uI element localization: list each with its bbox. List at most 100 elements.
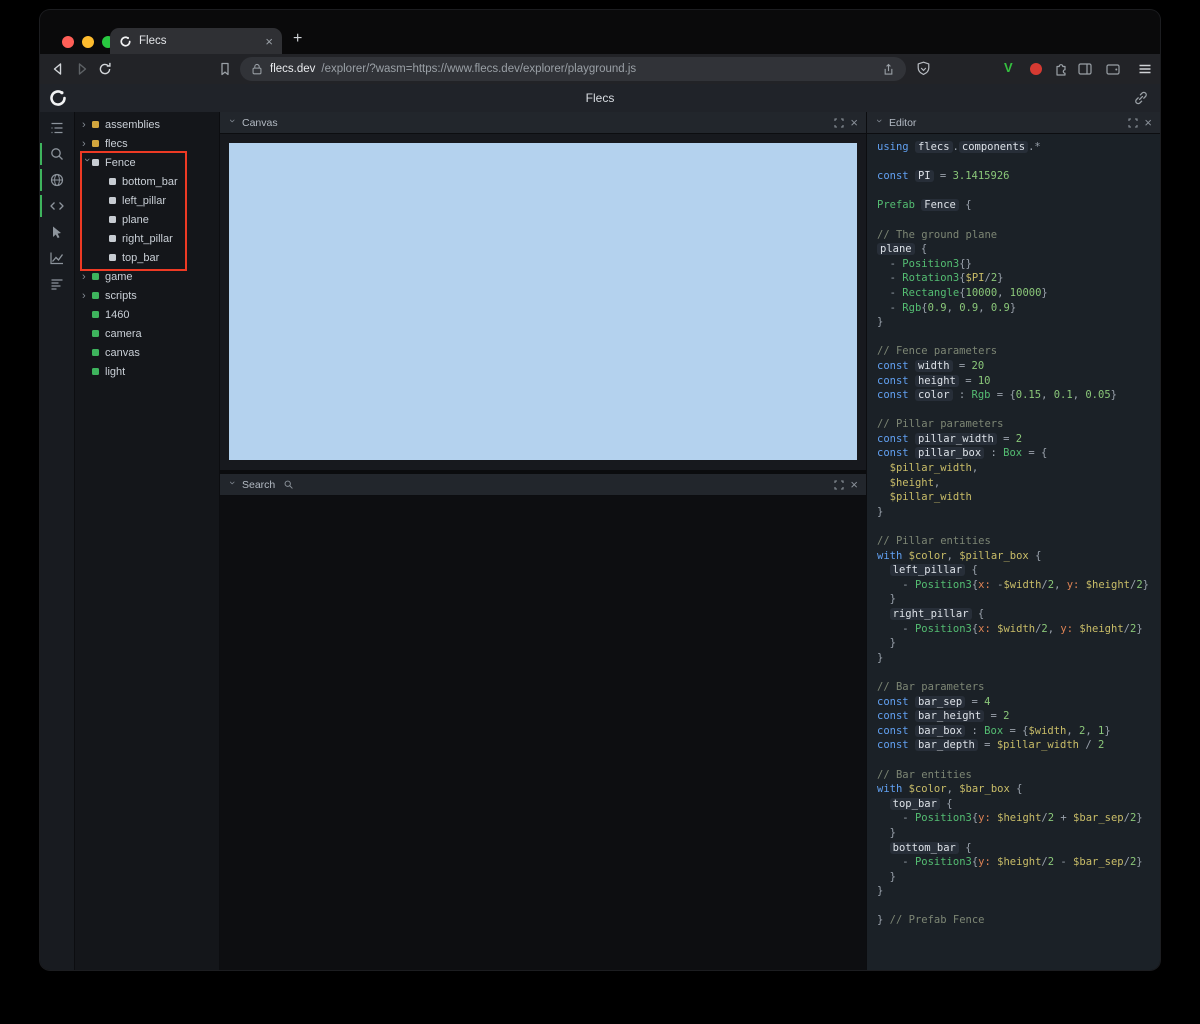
code-token: $height [1085, 578, 1130, 591]
tree-item-scripts[interactable]: › scripts [75, 286, 219, 305]
tree-item-label: game [105, 270, 133, 283]
code-token: const [877, 170, 909, 183]
code-token: , [1054, 578, 1067, 591]
menu-hamburger-icon[interactable] [1136, 60, 1154, 78]
tree-item-canvas[interactable]: canvas [75, 343, 219, 362]
back-button[interactable] [49, 60, 67, 78]
code-token: , [946, 549, 960, 562]
code-token: 3.1415926 [952, 170, 1010, 183]
flecs-logo-icon[interactable] [48, 88, 68, 108]
share-icon[interactable] [881, 62, 896, 77]
chevron-down-icon[interactable]: › [226, 119, 238, 127]
browser-tab[interactable]: Flecs × [110, 28, 282, 54]
code-token: } [877, 885, 884, 898]
address-bar[interactable]: flecs.dev/explorer/?wasm=https://www.fle… [240, 57, 906, 81]
code-line: } [877, 826, 1156, 841]
expand-panel-icon[interactable] [1128, 117, 1138, 128]
code-token: bar_sep [914, 695, 966, 708]
reload-button[interactable] [96, 60, 114, 78]
code-token: { [1028, 549, 1042, 562]
search-tool-icon[interactable] [48, 145, 66, 163]
tree-item-assemblies[interactable]: › assemblies [75, 115, 219, 134]
code-editor[interactable]: using flecs. components .* const PI = 3.14… [867, 134, 1160, 970]
tree-item-light[interactable]: light [75, 362, 219, 381]
code-line: // Fence parameters [877, 344, 1156, 359]
forward-button[interactable] [73, 60, 91, 78]
code-token: x: [978, 622, 991, 635]
minimize-window-button[interactable] [82, 36, 94, 48]
close-panel-icon[interactable]: × [850, 478, 858, 491]
tree-item-left_pillar[interactable]: left_pillar [75, 191, 219, 210]
queries-list-icon[interactable] [48, 275, 66, 293]
code-token: . [952, 141, 959, 153]
entity-tree-icon[interactable] [48, 119, 66, 137]
expander-icon[interactable]: › [81, 158, 93, 168]
code-token: } [1142, 578, 1149, 591]
tree-item-bottom_bar[interactable]: bottom_bar [75, 172, 219, 191]
close-panel-icon[interactable]: × [850, 116, 858, 129]
search-icon[interactable] [283, 479, 294, 490]
code-line: - Position3{y: $height/2 + $bar_sep/2} [877, 811, 1156, 826]
tree-item-top_bar[interactable]: top_bar [75, 248, 219, 267]
code-line: - Position3{} [877, 257, 1156, 272]
chevron-down-icon[interactable]: › [226, 481, 238, 489]
tree-item-plane[interactable]: plane [75, 210, 219, 229]
share-link-icon[interactable] [1132, 89, 1150, 107]
code-token: $width [997, 622, 1036, 635]
bookmark-icon[interactable] [216, 60, 234, 78]
tree-item-flecs[interactable]: › flecs [75, 134, 219, 153]
sidebar-panel-icon[interactable] [1076, 60, 1094, 78]
browser-toolbar: flecs.dev/explorer/?wasm=https://www.fle… [40, 54, 1160, 84]
expand-panel-icon[interactable] [834, 479, 844, 490]
extension-v-icon[interactable]: V [1004, 61, 1013, 74]
code-token: const [877, 739, 909, 752]
code-line: // Bar entities [877, 768, 1156, 783]
tree-item-1460[interactable]: 1460 [75, 305, 219, 324]
close-panel-icon[interactable]: × [1144, 116, 1152, 129]
tree-item-camera[interactable]: camera [75, 324, 219, 343]
expander-icon[interactable]: › [82, 138, 92, 150]
tab-close-icon[interactable]: × [265, 35, 273, 48]
code-token: { [914, 243, 928, 256]
expand-panel-icon[interactable] [834, 117, 844, 128]
tree-item-label: Fence [105, 156, 136, 169]
close-window-button[interactable] [62, 36, 74, 48]
code-token: , [971, 462, 979, 475]
search-panel-content[interactable] [220, 496, 866, 970]
tree-item-game[interactable]: › game [75, 267, 219, 286]
extensions-puzzle-icon[interactable] [1052, 60, 1070, 78]
code-token: = [996, 432, 1016, 445]
new-tab-button[interactable]: + [293, 31, 302, 47]
code-line: - Rotation3{$PI/2} [877, 271, 1156, 286]
tree-item-Fence[interactable]: › Fence [75, 153, 219, 172]
extension-red-icon[interactable] [1030, 63, 1042, 75]
render-canvas[interactable] [229, 143, 857, 460]
code-editor-icon[interactable] [48, 197, 66, 215]
canvas-3d-icon[interactable] [48, 171, 66, 189]
brave-shield-icon[interactable] [915, 60, 933, 78]
code-token: // Pillar parameters [877, 418, 1004, 431]
code-token: $color [908, 549, 947, 562]
lock-icon [250, 62, 264, 76]
expander-icon[interactable]: › [82, 290, 92, 302]
code-line: - Rgb{0.9, 0.9, 0.9} [877, 301, 1156, 316]
code-token: $color [908, 783, 947, 796]
code-token: top_bar [889, 797, 940, 810]
stats-chart-icon[interactable] [48, 249, 66, 267]
tree-item-right_pillar[interactable]: right_pillar [75, 229, 219, 248]
code-token: } [1041, 286, 1048, 299]
chevron-down-icon[interactable]: › [873, 119, 885, 127]
inspect-cursor-icon[interactable] [48, 223, 66, 241]
wallet-icon[interactable] [1104, 60, 1122, 78]
expander-icon[interactable]: › [82, 271, 92, 283]
expander-icon[interactable]: › [82, 119, 92, 131]
entity-tree-panel: › assemblies › flecs › Fence bottom_bar left_pi… [75, 112, 220, 970]
code-token: 10 [977, 374, 991, 387]
code-line: // Bar parameters [877, 680, 1156, 695]
